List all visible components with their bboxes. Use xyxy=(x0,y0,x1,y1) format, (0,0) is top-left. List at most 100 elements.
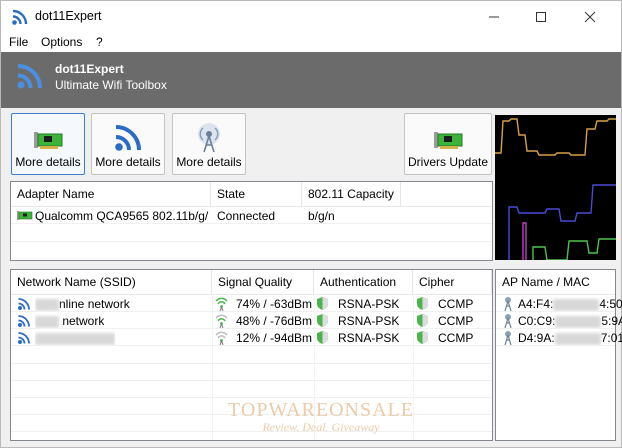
ap-row[interactable]: C0:C9: 5:9A xyxy=(496,312,622,329)
ssid-name: nline network xyxy=(35,297,130,311)
ap-mac: C0:C9: 5:9A xyxy=(518,314,622,328)
ssid-text: network xyxy=(59,314,105,328)
wifi-signal-icon xyxy=(18,332,30,344)
cipher: CCMP xyxy=(438,297,474,311)
network-row[interactable]: 12% / -94dBm RSNA-PSK CCMP xyxy=(11,329,492,346)
window-title: dot11Expert xyxy=(35,9,102,23)
network-details-label: More details xyxy=(95,155,161,169)
watermark-tagline: Review. Deal. Giveaway xyxy=(262,420,380,434)
security-shield-icon xyxy=(417,314,428,327)
ap-mac: A4:F4: 4:50 xyxy=(518,297,622,311)
cipher: CCMP xyxy=(438,331,474,345)
security-shield-icon xyxy=(317,314,328,327)
column-header-cipher[interactable]: Cipher xyxy=(413,270,492,294)
redacted-ssid xyxy=(35,298,59,311)
signal-strength-icon xyxy=(215,297,228,311)
network-card-icon xyxy=(34,132,63,149)
minimize-button[interactable] xyxy=(471,1,517,33)
redacted-ssid xyxy=(35,332,115,345)
minimize-icon xyxy=(489,16,499,18)
adapter-state: Connected xyxy=(217,209,276,223)
cipher: CCMP xyxy=(438,314,474,328)
ap-mac-text: C0:C9: xyxy=(518,314,556,328)
column-header-signal[interactable]: Signal Quality xyxy=(212,270,314,294)
network-details-button[interactable]: More details xyxy=(91,113,165,175)
graph-series-green xyxy=(532,238,616,260)
ap-mac-text: 5:9A xyxy=(601,314,622,328)
menu-file[interactable]: File xyxy=(9,35,28,49)
security-shield-icon xyxy=(317,297,328,310)
signal-history-graph xyxy=(495,115,616,260)
ap-details-label: More details xyxy=(176,155,242,169)
graph-series-orange xyxy=(495,118,616,156)
wifi-logo-icon xyxy=(17,64,42,89)
ssid-name: network xyxy=(35,314,104,328)
authentication: RSNA-PSK xyxy=(338,314,400,328)
wifi-logo-icon xyxy=(12,9,28,25)
header-banner: dot11Expert Ultimate Wifi Toolbox xyxy=(1,52,621,108)
maximize-icon xyxy=(536,12,546,22)
network-card-icon xyxy=(17,211,33,220)
signal-quality: 48% / -76dBm xyxy=(236,314,313,328)
access-point-antenna-icon xyxy=(504,331,512,345)
network-row[interactable]: nline network 74% / -63dBm RSNA-PSK CCMP xyxy=(11,295,492,312)
access-point-antenna-icon xyxy=(504,297,512,311)
column-header-authentication[interactable]: Authentication xyxy=(314,270,413,294)
menu-help[interactable]: ? xyxy=(96,35,103,49)
signal-quality: 12% / -94dBm xyxy=(236,331,313,345)
ap-row[interactable]: D4:9A: 7:01 xyxy=(496,329,622,346)
wifi-signal-icon xyxy=(18,298,30,310)
column-header-ssid[interactable]: Network Name (SSID) xyxy=(11,270,212,294)
menu-options[interactable]: Options xyxy=(41,35,82,49)
app-window: dot11Expert File Options ? dot11Expert U… xyxy=(0,0,622,448)
signal-strength-icon xyxy=(215,331,228,345)
security-shield-icon xyxy=(317,331,328,344)
ssid-name xyxy=(35,331,115,345)
drivers-update-label: Drivers Update xyxy=(407,155,489,169)
signal-strength-icon xyxy=(215,314,228,328)
menu-bar: File Options ? xyxy=(1,33,621,52)
adapter-details-label: More details xyxy=(15,155,81,169)
redacted-mac xyxy=(554,332,601,345)
redacted-mac xyxy=(553,298,600,311)
wifi-signal-icon xyxy=(18,315,30,327)
adapters-table: Adapter Name State 802.11 Capacity Qualc… xyxy=(10,181,493,261)
ap-mac: D4:9A: 7:01 xyxy=(518,331,622,345)
column-header-ap-name[interactable]: AP Name / MAC xyxy=(496,270,615,294)
title-bar: dot11Expert xyxy=(1,1,621,33)
ap-row[interactable]: A4:F4: 4:50 xyxy=(496,295,622,312)
watermark-title: TOPWAREONSALE xyxy=(228,399,414,421)
authentication: RSNA-PSK xyxy=(338,331,400,345)
adapter-row[interactable]: Qualcomm QCA9565 802.11b/g/n ... Connect… xyxy=(11,207,492,224)
column-header-adapter-name[interactable]: Adapter Name xyxy=(11,182,211,206)
ap-mac-text: A4:F4: xyxy=(518,297,554,311)
column-header-state[interactable]: State xyxy=(211,182,302,206)
adapter-details-button[interactable]: More details xyxy=(11,113,85,175)
close-button[interactable] xyxy=(567,1,613,33)
ap-mac-text: 7:01 xyxy=(600,331,622,345)
redacted-mac xyxy=(555,315,602,328)
ap-details-button[interactable]: More details xyxy=(172,113,246,175)
wifi-signal-icon xyxy=(115,125,141,151)
column-header-capacity[interactable]: 802.11 Capacity xyxy=(302,182,401,206)
drivers-update-button[interactable]: Drivers Update xyxy=(404,113,492,175)
access-points-table: AP Name / MAC A4:F4: 4:50 C0:C9: 5:9A D4:9… xyxy=(495,269,622,441)
signal-quality: 74% / -63dBm xyxy=(236,297,313,311)
network-row[interactable]: network 48% / -76dBm RSNA-PSK CCMP xyxy=(11,312,492,329)
banner-app-name: dot11Expert xyxy=(55,62,124,76)
adapter-name: Qualcomm QCA9565 802.11b/g/n ... xyxy=(35,209,209,223)
redacted-ssid xyxy=(35,315,59,328)
close-icon xyxy=(584,11,596,23)
watermark: TOPWAREONSALE Review. Deal. Giveaway xyxy=(213,399,429,435)
ap-mac-text: D4:9A: xyxy=(518,331,555,345)
authentication: RSNA-PSK xyxy=(338,297,400,311)
security-shield-icon xyxy=(417,297,428,310)
access-point-antenna-icon xyxy=(198,123,220,153)
banner-tagline: Ultimate Wifi Toolbox xyxy=(55,78,167,92)
access-point-antenna-icon xyxy=(504,314,512,328)
ssid-text: nline network xyxy=(59,297,130,311)
ap-mac-text: 4:50 xyxy=(599,297,622,311)
graph-series-magenta xyxy=(522,222,527,260)
network-card-icon xyxy=(434,132,463,149)
maximize-button[interactable] xyxy=(518,1,564,33)
